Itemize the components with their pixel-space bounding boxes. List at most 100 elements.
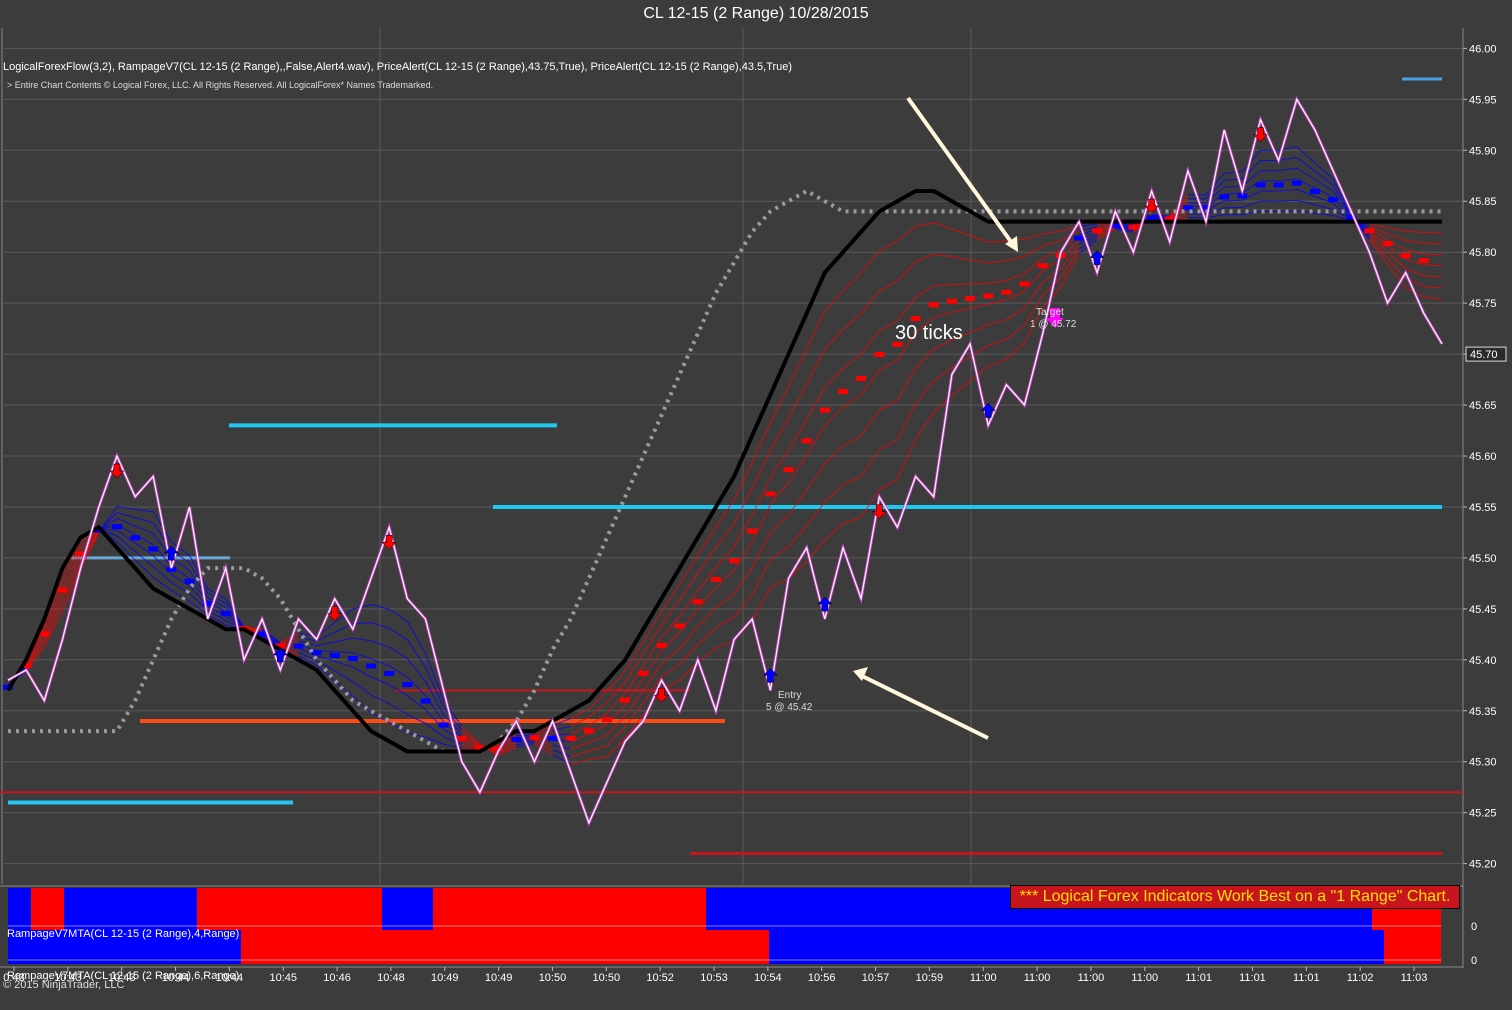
- trend-dot: [547, 735, 558, 741]
- mta-segment: [433, 888, 706, 930]
- x-tick-label: 10:48: [377, 972, 405, 984]
- x-tick-label: 11:00: [970, 972, 997, 984]
- price-chart[interactable]: 46.00 45.95 45.90 45.85 45.80 45.75 45.70 45.65…: [0, 28, 1512, 1010]
- trend-dot: [366, 663, 377, 669]
- trend-dot: [583, 728, 594, 734]
- trend-dot: [1273, 182, 1284, 188]
- trend-dot: [801, 438, 812, 444]
- trend-dot: [1309, 188, 1320, 194]
- trend-dot: [148, 546, 159, 552]
- x-tick-label: 11:03: [1401, 972, 1428, 984]
- target-detail: 1 @ 45.72: [1030, 319, 1077, 330]
- trend-dot: [565, 735, 576, 741]
- trend-dot: [57, 587, 68, 593]
- trend-dot: [674, 623, 685, 629]
- x-tick-label: 10:49: [485, 972, 513, 984]
- trend-dot: [729, 558, 740, 564]
- mta-segment: [31, 888, 64, 930]
- trend-dot: [1001, 289, 1012, 295]
- ribbon-segment: [1224, 206, 1243, 209]
- chart-title: CL 12-15 (2 Range) 10/28/2015: [0, 0, 1512, 28]
- y-tick-label: 45.95: [1469, 94, 1497, 106]
- chart-background: [0, 28, 1512, 1010]
- trend-dot: [819, 407, 830, 413]
- trend-dot: [420, 698, 431, 704]
- x-tick-label: 11:00: [1024, 972, 1051, 984]
- trend-dot: [438, 722, 449, 728]
- trend-dot: [529, 735, 540, 741]
- x-tick-label: 10:57: [862, 972, 890, 984]
- x-tick-label: 10:50: [539, 972, 567, 984]
- trend-dot: [928, 302, 939, 308]
- trend-dot: [856, 376, 867, 382]
- trend-dot: [1364, 228, 1375, 234]
- mta4-label: RampageV7MTA(CL 12-15 (2 Range),4,Range): [7, 928, 240, 940]
- x-tick-label: 10:46: [323, 972, 351, 984]
- trend-dot: [765, 491, 776, 497]
- trend-dot: [456, 736, 467, 742]
- trend-dot: [1219, 194, 1230, 200]
- trend-dot: [39, 631, 50, 637]
- x-tick-label: 11:00: [1131, 972, 1158, 984]
- ticks-annotation: 30 ticks: [895, 322, 963, 344]
- recommendation-banner: *** Logical Forex Indicators Work Best o…: [1010, 885, 1460, 909]
- y-tick-label: 45.35: [1469, 706, 1497, 718]
- trend-dot: [656, 642, 667, 648]
- last-price-label: 45.70: [1470, 349, 1498, 361]
- trend-dot: [1382, 241, 1393, 247]
- y-tick-label: 45.60: [1469, 451, 1497, 463]
- mta-segment: [64, 888, 197, 930]
- trend-dot: [1418, 258, 1429, 264]
- trend-dot: [111, 524, 122, 530]
- trend-dot: [874, 352, 885, 358]
- x-tick-label: 11:01: [1185, 972, 1212, 984]
- trend-dot: [1255, 182, 1266, 188]
- entry-label: Entry: [778, 690, 802, 701]
- y-tick-label: 45.55: [1469, 502, 1497, 514]
- trend-dot: [1328, 197, 1339, 203]
- trend-dot: [130, 535, 141, 541]
- ninjatrader-copyright: © 2015 NinjaTrader, LLC: [3, 979, 125, 991]
- y-tick-label: 45.75: [1469, 298, 1497, 310]
- x-tick-label: 10:45: [269, 972, 297, 984]
- y-tick-label: 45.50: [1469, 553, 1497, 565]
- trend-dot: [692, 599, 703, 605]
- trend-dot: [184, 578, 195, 584]
- ribbon-segment: [970, 283, 989, 285]
- trend-dot: [1400, 253, 1411, 259]
- x-tick-label: 11:02: [1347, 972, 1374, 984]
- trend-dot: [384, 670, 395, 676]
- trend-dot: [1019, 281, 1030, 287]
- copyright-notice: > Entire Chart Contents © Logical Forex,…: [7, 80, 434, 90]
- x-tick-label: 10:56: [808, 972, 836, 984]
- mta-segment: [382, 888, 433, 930]
- y-tick-label: 45.20: [1469, 859, 1497, 871]
- y-tick-label: 45.65: [1469, 400, 1497, 412]
- mta-zero-label: 0: [1471, 921, 1477, 933]
- y-tick-label: 45.30: [1469, 757, 1497, 769]
- trend-dot: [329, 653, 340, 659]
- mta-segment: [8, 888, 31, 930]
- ribbon-segment: [951, 283, 971, 286]
- y-tick-label: 45.85: [1469, 196, 1497, 208]
- y-tick-label: 46.00: [1469, 43, 1497, 55]
- chart-frame[interactable]: 46.00 45.95 45.90 45.85 45.80 45.75 45.70 45.65…: [0, 28, 1512, 1010]
- trend-dot: [946, 298, 957, 304]
- x-tick-label: 10:49: [431, 972, 459, 984]
- trend-dot: [511, 736, 522, 742]
- x-tick-label: 10:50: [593, 972, 621, 984]
- trend-dot: [783, 467, 794, 473]
- mta-segment: [769, 930, 1384, 964]
- indicator-list: LogicalForexFlow(3,2), RampageV7(CL 12-1…: [3, 61, 793, 73]
- trend-dot: [1073, 235, 1084, 241]
- x-tick-label: 11:01: [1293, 972, 1320, 984]
- trend-dot: [837, 389, 848, 395]
- trend-dot: [1092, 228, 1103, 234]
- trend-dot: [1128, 224, 1139, 230]
- trend-dot: [220, 611, 231, 617]
- x-tick-label: 10:53: [700, 972, 728, 984]
- x-tick-label: 10:52: [646, 972, 674, 984]
- trend-dot: [293, 643, 304, 649]
- trend-dot: [983, 293, 994, 299]
- y-tick-label: 45.45: [1469, 604, 1497, 616]
